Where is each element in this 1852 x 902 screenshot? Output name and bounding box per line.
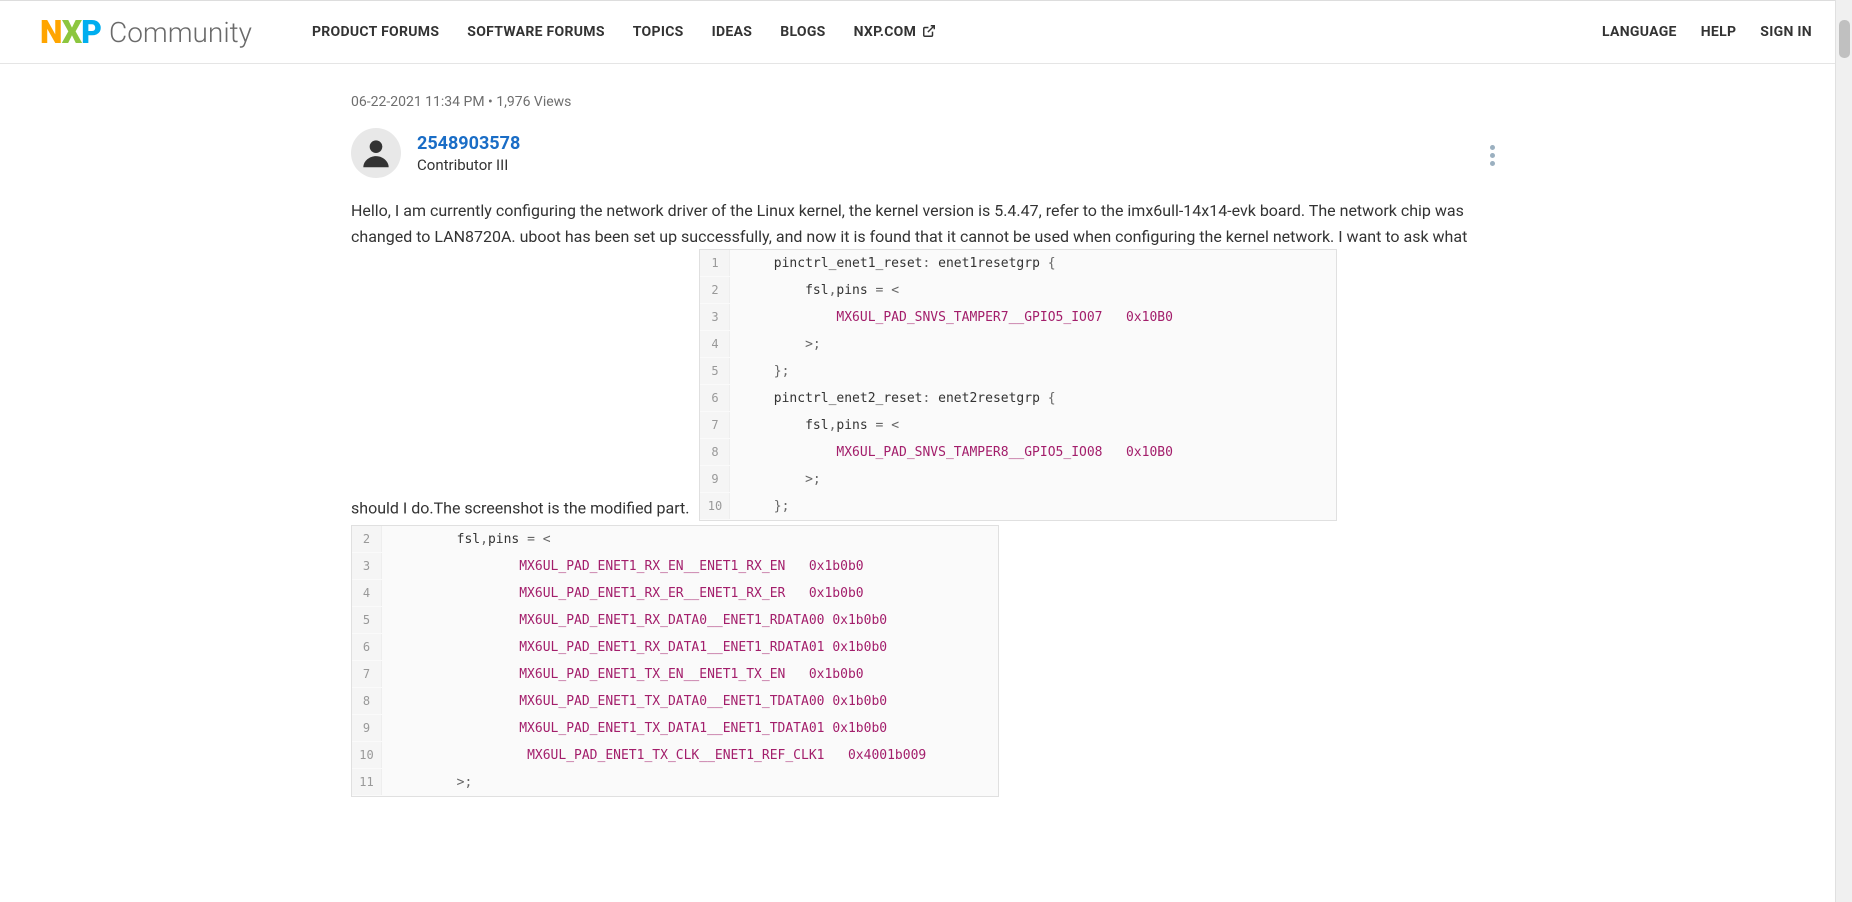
post-header: 2548903578 Contributor III xyxy=(351,128,1501,178)
avatar[interactable] xyxy=(351,128,401,178)
nav-nxp-com[interactable]: NXP.COM xyxy=(854,24,936,40)
code-line: 2 fsl,pins = < xyxy=(352,526,998,553)
code-text: }; xyxy=(730,494,789,520)
code-text: >; xyxy=(382,770,472,796)
kebab-dot-icon xyxy=(1490,161,1495,166)
line-number: 6 xyxy=(352,634,382,660)
code-text: MX6UL_PAD_ENET1_RX_ER__ENET1_RX_ER 0x1b0… xyxy=(382,581,864,607)
code-text: MX6UL_PAD_ENET1_TX_DATA0__ENET1_TDATA00 … xyxy=(382,689,887,715)
line-number: 1 xyxy=(700,250,730,276)
code-text: fsl,pins = < xyxy=(382,527,551,553)
code-snippet-1: 1 pinctrl_enet1_reset: enet1resetgrp {2 … xyxy=(699,249,1337,521)
code-line: 8 MX6UL_PAD_SNVS_TAMPER8__GPIO5_IO08 0x1… xyxy=(700,439,1336,466)
code-line: 3 MX6UL_PAD_ENET1_RX_EN__ENET1_RX_EN 0x1… xyxy=(352,553,998,580)
line-number: 9 xyxy=(352,715,382,741)
line-number: 6 xyxy=(700,385,730,411)
nav-ideas[interactable]: IDEAS xyxy=(712,24,753,40)
scrollbar-thumb[interactable] xyxy=(1839,20,1850,58)
site-logo[interactable]: NXP Community xyxy=(40,13,252,51)
line-number: 10 xyxy=(700,493,730,519)
code-text: MX6UL_PAD_SNVS_TAMPER8__GPIO5_IO08 0x10B… xyxy=(730,440,1172,466)
logo-x: X xyxy=(62,13,81,51)
code-text: MX6UL_PAD_ENET1_RX_DATA1__ENET1_RDATA01 … xyxy=(382,635,887,661)
logo-community-text: Community xyxy=(109,16,252,49)
secondary-nav: LANGUAGE HELP SIGN IN xyxy=(1602,24,1812,40)
nav-help[interactable]: HELP xyxy=(1701,24,1737,40)
code-line: 9 >; xyxy=(700,466,1336,493)
code-line: 10 }; xyxy=(700,493,1336,520)
logo-p: P xyxy=(81,13,101,51)
code-text: fsl,pins = < xyxy=(730,413,899,439)
code-line: 5 MX6UL_PAD_ENET1_RX_DATA0__ENET1_RDATA0… xyxy=(352,607,998,634)
nav-product-forums[interactable]: PRODUCT FORUMS xyxy=(312,24,439,40)
line-number: 11 xyxy=(352,769,382,795)
scrollbar[interactable] xyxy=(1835,0,1852,902)
post-body: Hello, I am currently configuring the ne… xyxy=(351,198,1501,797)
line-number: 5 xyxy=(700,358,730,384)
nav-language[interactable]: LANGUAGE xyxy=(1602,24,1677,40)
code-text: MX6UL_PAD_ENET1_TX_EN__ENET1_TX_EN 0x1b0… xyxy=(382,662,864,688)
code-line: 3 MX6UL_PAD_SNVS_TAMPER7__GPIO5_IO07 0x1… xyxy=(700,304,1336,331)
code-line: 1 pinctrl_enet1_reset: enet1resetgrp { xyxy=(700,250,1336,277)
avatar-placeholder-icon xyxy=(357,134,395,172)
code-line: 5 }; xyxy=(700,358,1336,385)
line-number: 3 xyxy=(700,304,730,330)
code-text: >; xyxy=(730,332,820,358)
code-text: >; xyxy=(730,467,820,493)
external-link-icon xyxy=(922,24,936,38)
code-text: MX6UL_PAD_ENET1_RX_DATA0__ENET1_RDATA00 … xyxy=(382,608,887,634)
line-number: 2 xyxy=(352,526,382,552)
line-number: 2 xyxy=(700,277,730,303)
code-line: 9 MX6UL_PAD_ENET1_TX_DATA1__ENET1_TDATA0… xyxy=(352,715,998,742)
post-options-button[interactable] xyxy=(1484,136,1501,175)
code-line: 10 MX6UL_PAD_ENET1_TX_CLK__ENET1_REF_CLK… xyxy=(352,742,998,769)
post-date: 06-22-2021 11:34 PM xyxy=(351,94,485,110)
code-snippet-2: 2 fsl,pins = <3 MX6UL_PAD_ENET1_RX_EN__E… xyxy=(351,525,999,797)
code-line: 2 fsl,pins = < xyxy=(700,277,1336,304)
code-text: MX6UL_PAD_ENET1_TX_DATA1__ENET1_TDATA01 … xyxy=(382,716,887,742)
nav-nxp-com-label: NXP.COM xyxy=(854,24,917,40)
main-header: NXP Community PRODUCT FORUMS SOFTWARE FO… xyxy=(0,1,1852,64)
code-line: 4 >; xyxy=(700,331,1336,358)
code-line: 8 MX6UL_PAD_ENET1_TX_DATA0__ENET1_TDATA0… xyxy=(352,688,998,715)
code-text: MX6UL_PAD_ENET1_RX_EN__ENET1_RX_EN 0x1b0… xyxy=(382,554,864,580)
nav-topics[interactable]: TOPICS xyxy=(633,24,684,40)
code-text: pinctrl_enet1_reset: enet1resetgrp { xyxy=(730,251,1055,277)
code-text: fsl,pins = < xyxy=(730,278,899,304)
line-number: 4 xyxy=(352,580,382,606)
code-text: MX6UL_PAD_ENET1_TX_CLK__ENET1_REF_CLK1 0… xyxy=(382,743,926,769)
line-number: 7 xyxy=(700,412,730,438)
kebab-dot-icon xyxy=(1490,145,1495,150)
code-text: MX6UL_PAD_SNVS_TAMPER7__GPIO5_IO07 0x10B… xyxy=(730,305,1172,331)
nav-sign-in[interactable]: SIGN IN xyxy=(1760,24,1812,40)
line-number: 8 xyxy=(352,688,382,714)
author-rank: Contributor III xyxy=(417,156,520,174)
line-number: 4 xyxy=(700,331,730,357)
code-line: 6 MX6UL_PAD_ENET1_RX_DATA1__ENET1_RDATA0… xyxy=(352,634,998,661)
code-text: }; xyxy=(730,359,789,385)
code-line: 7 MX6UL_PAD_ENET1_TX_EN__ENET1_TX_EN 0x1… xyxy=(352,661,998,688)
line-number: 3 xyxy=(352,553,382,579)
nav-blogs[interactable]: BLOGS xyxy=(780,24,825,40)
code-text: pinctrl_enet2_reset: enet2resetgrp { xyxy=(730,386,1055,412)
logo-n: N xyxy=(40,13,62,51)
primary-nav: PRODUCT FORUMS SOFTWARE FORUMS TOPICS ID… xyxy=(312,24,1602,40)
line-number: 10 xyxy=(352,742,382,768)
post-meta: 06-22-2021 11:34 PM • 1,976 Views xyxy=(351,94,1501,110)
nav-software-forums[interactable]: SOFTWARE FORUMS xyxy=(467,24,604,40)
code-line: 7 fsl,pins = < xyxy=(700,412,1336,439)
line-number: 8 xyxy=(700,439,730,465)
line-number: 7 xyxy=(352,661,382,687)
line-number: 9 xyxy=(700,466,730,492)
line-number: 5 xyxy=(352,607,382,633)
kebab-dot-icon xyxy=(1490,153,1495,158)
post-views: 1,976 Views xyxy=(496,94,571,110)
code-line: 11 >; xyxy=(352,769,998,796)
code-line: 4 MX6UL_PAD_ENET1_RX_ER__ENET1_RX_ER 0x1… xyxy=(352,580,998,607)
meta-separator: • xyxy=(485,94,497,110)
code-line: 6 pinctrl_enet2_reset: enet2resetgrp { xyxy=(700,385,1336,412)
author-name[interactable]: 2548903578 xyxy=(417,133,520,154)
